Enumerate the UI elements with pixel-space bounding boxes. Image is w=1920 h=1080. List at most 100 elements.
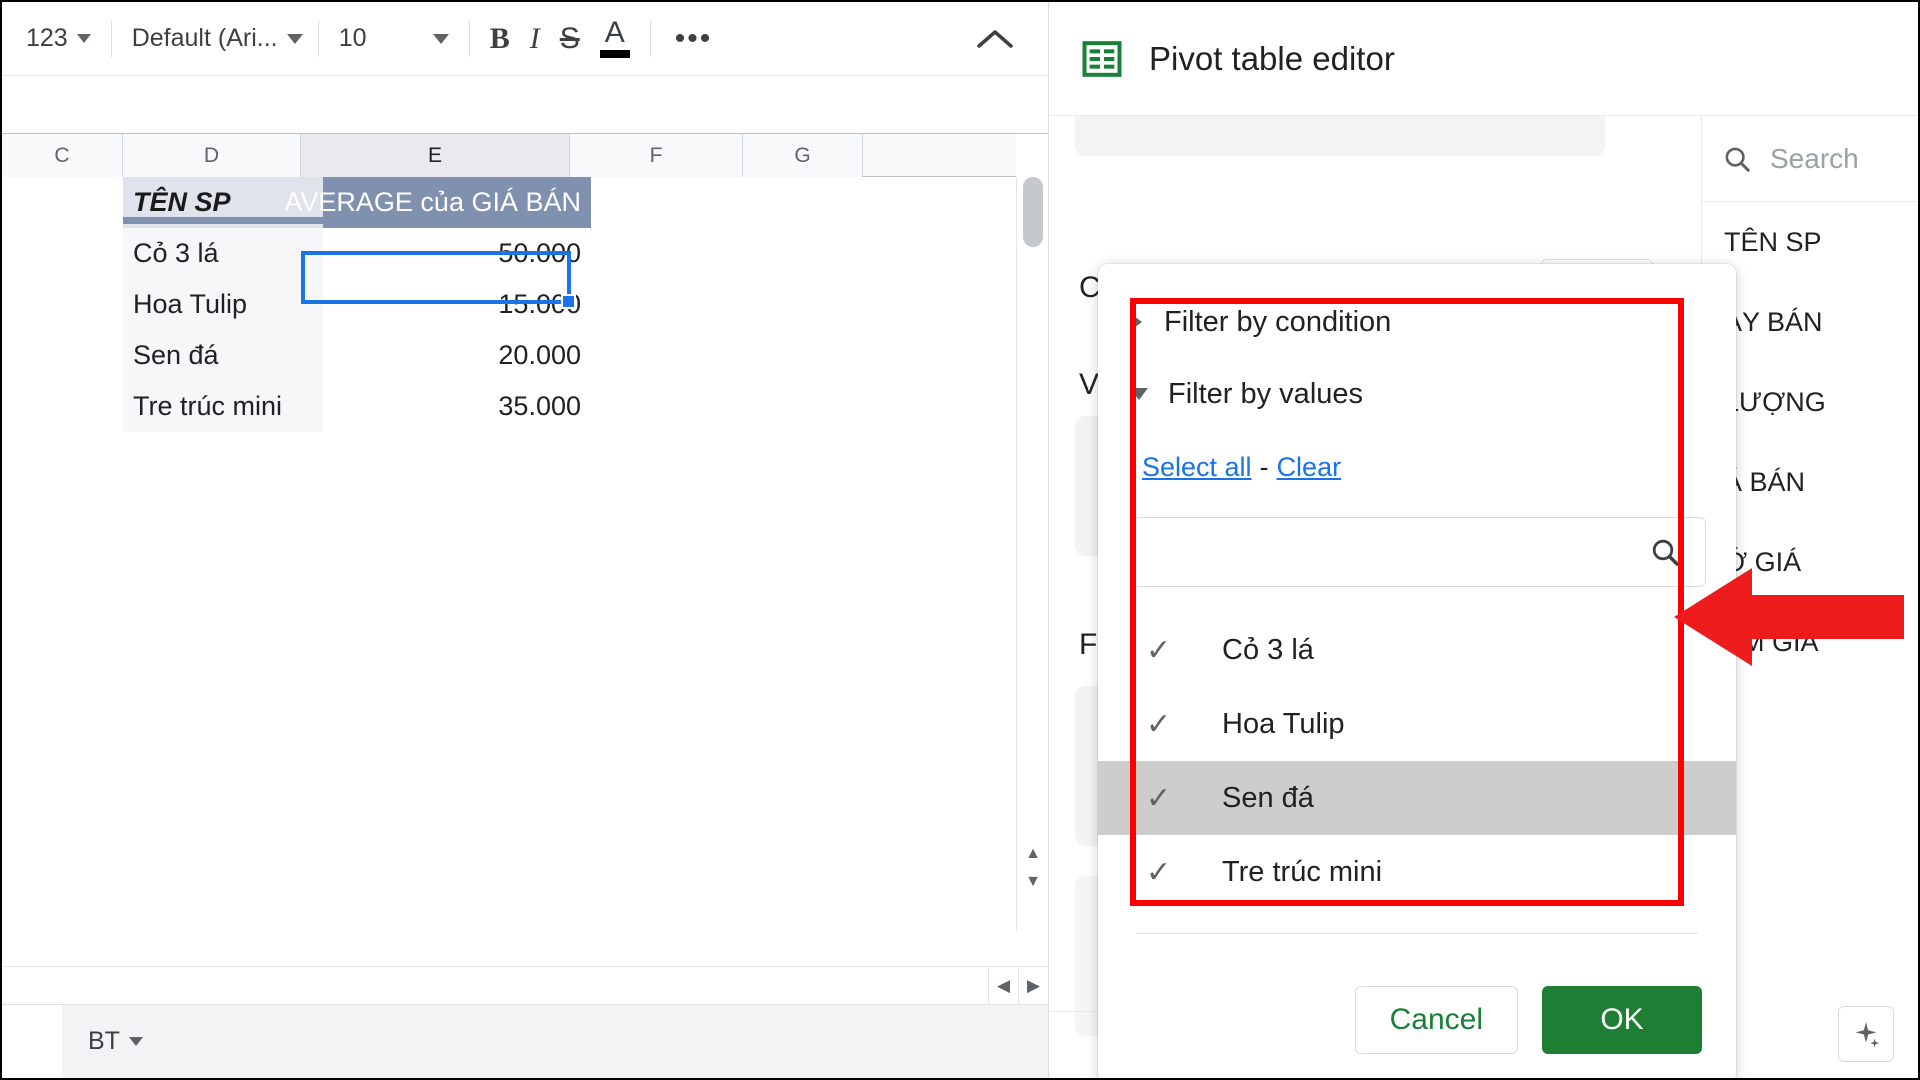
chevron-up-icon bbox=[977, 30, 1013, 48]
cell-e5[interactable]: 35.000 bbox=[323, 381, 591, 432]
filter-value-label: Hoa Tulip bbox=[1222, 707, 1345, 740]
filter-popup: Filter by condition Filter by values Sel… bbox=[1098, 264, 1736, 1078]
sheet-tab-gutter bbox=[2, 1005, 62, 1078]
filter-by-values-label: Filter by values bbox=[1168, 377, 1364, 410]
cell-c1[interactable] bbox=[2, 177, 122, 228]
vertical-scrollbar-thumb[interactable] bbox=[1023, 177, 1043, 247]
popup-footer-divider bbox=[1136, 933, 1698, 934]
links-separator: - bbox=[1259, 452, 1269, 482]
filter-values-list: ✓ Cỏ 3 lá ✓ Hoa Tulip ✓ Sen đá ✓ Tre trú… bbox=[1098, 613, 1736, 909]
toolbar-divider bbox=[649, 20, 651, 57]
cell-c5[interactable] bbox=[2, 381, 122, 432]
collapse-toolbar-button[interactable] bbox=[972, 16, 1018, 62]
toolbar-divider bbox=[317, 20, 319, 57]
spreadsheet-pane: 123 Default (Ari... 10 B I S A ••• C D E… bbox=[2, 2, 1048, 1078]
filter-value-label: Cỏ 3 lá bbox=[1222, 633, 1314, 666]
column-headers: C D E F G bbox=[2, 134, 1016, 177]
filter-by-condition-toggle[interactable]: Filter by condition bbox=[1098, 286, 1736, 358]
app-window: 123 Default (Ari... 10 B I S A ••• C D E… bbox=[0, 0, 1920, 1080]
clear-link[interactable]: Clear bbox=[1277, 452, 1342, 482]
italic-button[interactable]: I bbox=[520, 17, 550, 61]
pivot-header-underline bbox=[123, 217, 570, 224]
explore-button[interactable] bbox=[1838, 1006, 1894, 1062]
field-search-placeholder: Search bbox=[1770, 142, 1859, 174]
select-clear-links: Select all - Clear bbox=[1098, 452, 1736, 483]
font-size-label: 10 bbox=[338, 24, 367, 52]
cell-e2[interactable]: 50.000 bbox=[323, 228, 591, 279]
search-icon bbox=[1652, 539, 1679, 566]
field-search-input[interactable]: Search bbox=[1702, 116, 1918, 202]
cell-c2[interactable] bbox=[2, 228, 122, 279]
cell-e4[interactable]: 20.000 bbox=[323, 330, 591, 381]
font-size-dropdown[interactable]: 10 bbox=[329, 17, 459, 61]
cell-d4[interactable]: Sen đá bbox=[123, 330, 323, 381]
chevron-down-icon bbox=[286, 33, 303, 44]
scroll-up-icon[interactable]: ▲ bbox=[1021, 842, 1045, 866]
formula-bar[interactable] bbox=[2, 76, 1048, 134]
pivot-table-icon bbox=[1082, 40, 1122, 77]
cell-d2[interactable]: Cỏ 3 lá bbox=[123, 228, 323, 279]
ok-button[interactable]: OK bbox=[1542, 986, 1702, 1054]
strikethrough-button[interactable]: S bbox=[550, 17, 590, 61]
search-icon bbox=[1725, 147, 1750, 172]
checkmark-icon: ✓ bbox=[1146, 707, 1172, 741]
filter-values-search-input[interactable] bbox=[1132, 517, 1706, 587]
filter-value-item-0[interactable]: ✓ Cỏ 3 lá bbox=[1098, 613, 1736, 687]
sheet-tab-bar: BT bbox=[2, 1004, 1048, 1078]
cell-d5[interactable]: Tre trúc mini bbox=[123, 381, 323, 432]
chevron-down-icon[interactable] bbox=[128, 1037, 143, 1046]
column-header-g[interactable]: G bbox=[743, 134, 863, 177]
popup-button-row: Cancel OK bbox=[1354, 986, 1702, 1054]
table-row: Tre trúc mini 35.000 bbox=[2, 381, 591, 432]
column-header-d[interactable]: D bbox=[123, 134, 301, 177]
more-options-button[interactable]: ••• bbox=[661, 22, 727, 56]
table-row: Cỏ 3 lá 50.000 bbox=[2, 228, 591, 279]
cell-e3[interactable]: 15.000 bbox=[323, 279, 591, 330]
text-color-icon: A bbox=[604, 16, 625, 49]
chevron-down-icon bbox=[432, 33, 449, 44]
pivot-editor-header: Pivot table editor bbox=[1049, 2, 1918, 116]
number-format-label: 123 bbox=[26, 24, 68, 52]
toolbar-divider bbox=[468, 20, 470, 57]
rows-field-card[interactable] bbox=[1075, 116, 1605, 156]
filter-value-label: Sen đá bbox=[1222, 781, 1314, 814]
filter-by-condition-label: Filter by condition bbox=[1164, 305, 1392, 338]
scroll-right-icon[interactable]: ▶ bbox=[1018, 967, 1048, 1004]
cell-c4[interactable] bbox=[2, 330, 122, 381]
scroll-down-icon[interactable]: ▼ bbox=[1021, 870, 1045, 894]
filter-value-item-1[interactable]: ✓ Hoa Tulip bbox=[1098, 687, 1736, 761]
column-header-f[interactable]: F bbox=[570, 134, 743, 177]
filter-value-item-2[interactable]: ✓ Sen đá bbox=[1098, 761, 1736, 835]
toolbar-divider bbox=[110, 20, 112, 57]
sheet-tab-label: BT bbox=[88, 1027, 120, 1055]
filter-value-item-3[interactable]: ✓ Tre trúc mini bbox=[1098, 835, 1736, 909]
horizontal-scrollbar[interactable]: ◀ ▶ bbox=[2, 966, 1048, 1004]
sheet-tab-bt[interactable]: BT bbox=[62, 1005, 169, 1078]
text-color-button[interactable]: A bbox=[590, 17, 640, 61]
toolbar: 123 Default (Ari... 10 B I S A ••• bbox=[2, 2, 1048, 76]
filter-by-values-toggle[interactable]: Filter by values bbox=[1098, 358, 1736, 430]
font-family-dropdown[interactable]: Default (Ari... bbox=[122, 17, 308, 61]
spreadsheet-grid: TÊN SP AVERAGE của GIÁ BÁN Cỏ 3 lá 50.00… bbox=[2, 177, 1016, 932]
checkmark-icon: ✓ bbox=[1146, 633, 1172, 667]
cancel-button[interactable]: Cancel bbox=[1354, 986, 1518, 1054]
column-header-e[interactable]: E bbox=[301, 134, 570, 177]
cell-c3[interactable] bbox=[2, 279, 122, 330]
scroll-left-icon[interactable]: ◀ bbox=[988, 967, 1018, 1004]
font-family-label: Default (Ari... bbox=[131, 24, 278, 52]
select-all-link[interactable]: Select all bbox=[1142, 452, 1252, 482]
number-format-button[interactable]: 123 bbox=[16, 17, 101, 61]
bold-button[interactable]: B bbox=[480, 17, 520, 61]
vertical-scrollbar[interactable]: ▲ ▼ bbox=[1016, 177, 1048, 932]
table-row: Hoa Tulip 15.000 bbox=[2, 279, 591, 330]
sparkle-icon bbox=[1855, 1022, 1880, 1048]
table-row: Sen đá 20.000 bbox=[2, 330, 591, 381]
triangle-down-icon bbox=[1130, 388, 1148, 400]
text-color-swatch bbox=[599, 50, 630, 58]
column-header-c[interactable]: C bbox=[2, 134, 123, 177]
checkmark-icon: ✓ bbox=[1146, 855, 1172, 889]
cell-d3[interactable]: Hoa Tulip bbox=[123, 279, 323, 330]
checkmark-icon: ✓ bbox=[1146, 781, 1172, 815]
filter-value-label: Tre trúc mini bbox=[1222, 855, 1383, 888]
pivot-editor-title: Pivot table editor bbox=[1149, 39, 1395, 77]
